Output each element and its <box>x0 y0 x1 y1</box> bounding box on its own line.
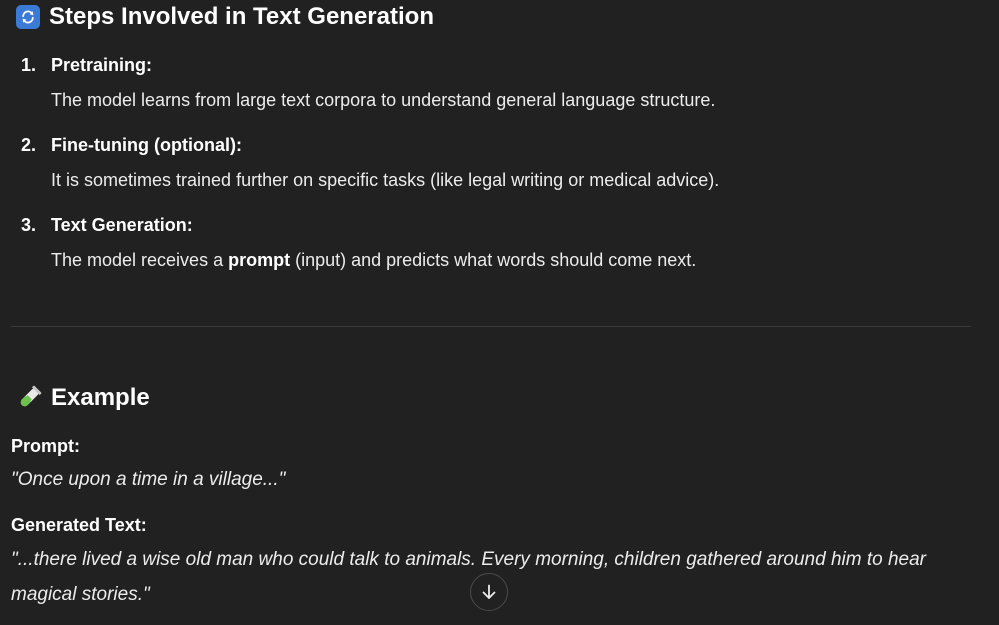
step-2-number: 2. <box>21 135 37 155</box>
example-title: Example <box>51 384 150 411</box>
generated-text-label: Generated Text: <box>11 515 147 535</box>
example-heading: Example <box>16 384 150 412</box>
test-tube-icon <box>16 385 42 411</box>
step-1-number: 1. <box>21 55 37 75</box>
steps-heading: Steps Involved in Text Generation <box>16 3 434 31</box>
step-3-description: The model receives a prompt (input) and … <box>51 250 696 271</box>
prompt-text: "Once upon a time in a village..." <box>11 469 286 490</box>
step-2-title: Fine-tuning (optional): <box>51 135 242 155</box>
step-1-description: The model learns from large text corpora… <box>51 90 716 110</box>
step-3-description-end: (input) and predicts what words should c… <box>290 250 697 270</box>
section-divider <box>11 326 971 327</box>
refresh-icon <box>16 5 40 29</box>
step-1-title: Pretraining: <box>51 55 153 75</box>
step-3-prompt-bold: prompt <box>228 250 291 270</box>
scroll-to-bottom-button[interactable] <box>470 573 508 611</box>
generated-text-line-1: "...there lived a wise old man who could… <box>11 549 926 570</box>
step-3-number: 3. <box>21 215 37 235</box>
step-3-description-start: The model receives a <box>51 250 229 270</box>
step-2-description: It is sometimes trained further on speci… <box>51 170 720 190</box>
prompt-label: Prompt: <box>11 436 80 456</box>
steps-title: Steps Involved in Text Generation <box>49 3 434 30</box>
generated-text-line-2: magical stories." <box>11 584 150 605</box>
step-3-title: Text Generation: <box>51 215 193 235</box>
arrow-down-icon <box>480 583 498 601</box>
